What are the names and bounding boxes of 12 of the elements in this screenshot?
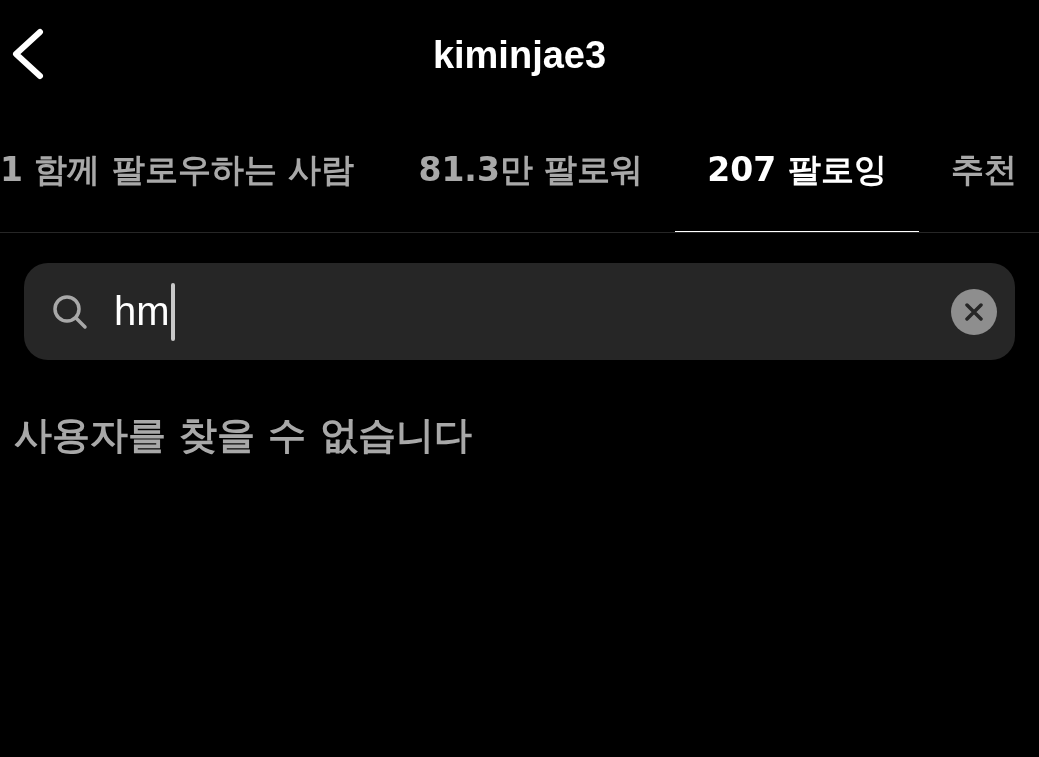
search-icon	[52, 293, 88, 330]
search-field[interactable]: hm	[24, 263, 1015, 360]
tab[interactable]: 1 함께 팔로우하는 사람	[0, 110, 387, 232]
close-icon	[965, 302, 983, 321]
profile-username: kiminjae3	[432, 33, 607, 77]
clear-button[interactable]	[951, 288, 997, 335]
text-cursor	[170, 282, 175, 341]
tab[interactable]: 81.3만 팔로워	[386, 110, 676, 232]
no-results-message: 사용자를 찾을 수 없습니다	[14, 412, 473, 459]
tab[interactable]: 추천	[918, 110, 1039, 232]
back-icon[interactable]	[10, 28, 46, 80]
tab[interactable]: 207 팔로잉	[675, 110, 919, 232]
